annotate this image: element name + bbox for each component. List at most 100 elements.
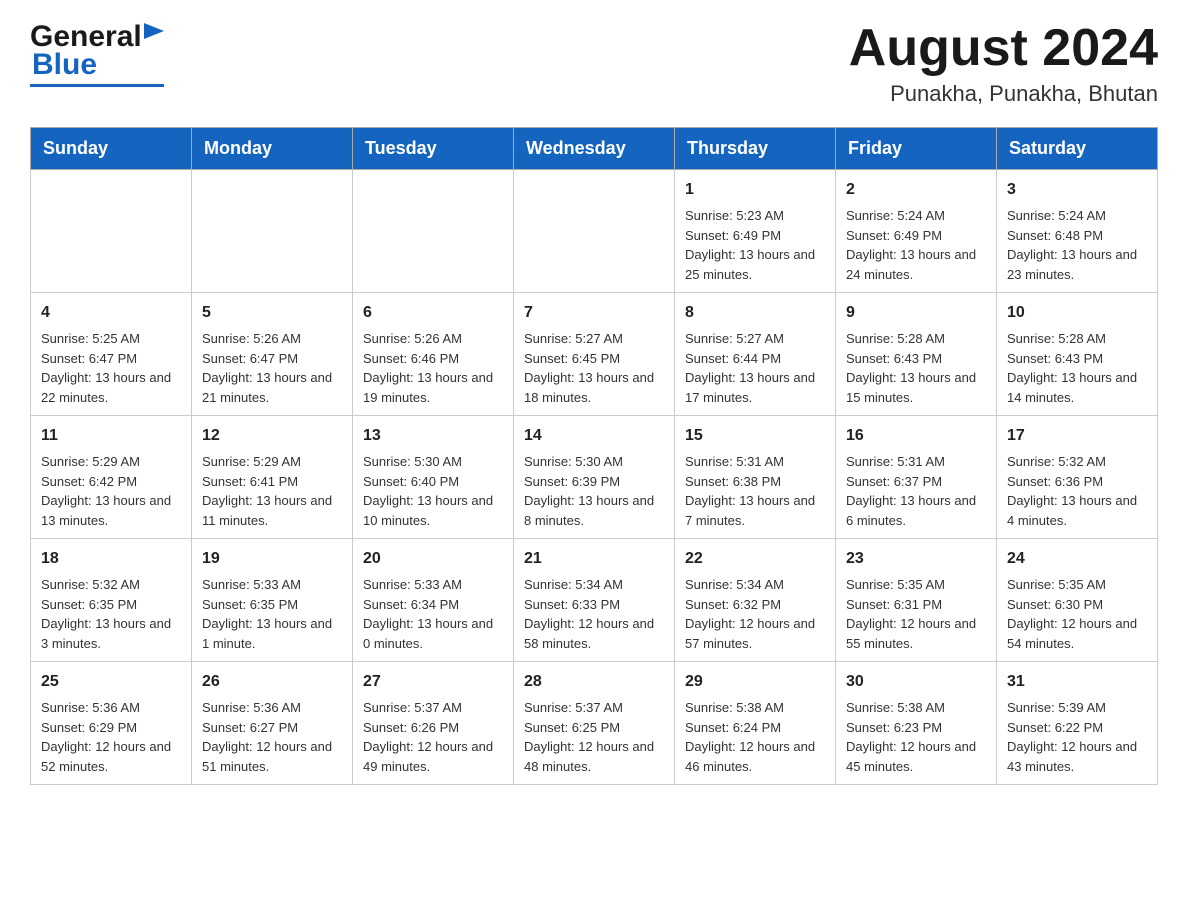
day-sun-info: Sunrise: 5:25 AMSunset: 6:47 PMDaylight:…	[41, 331, 171, 405]
week-row-2: 4 Sunrise: 5:25 AMSunset: 6:47 PMDaylight…	[31, 293, 1158, 416]
calendar-cell: 12Sunrise: 5:29 AMSunset: 6:41 PMDayligh…	[192, 416, 353, 539]
calendar-cell: 21Sunrise: 5:34 AMSunset: 6:33 PMDayligh…	[514, 539, 675, 662]
calendar-cell	[192, 170, 353, 293]
day-number: 23	[846, 547, 986, 571]
page-header: General Blue August 2024 Punakha, Punakh…	[30, 20, 1158, 107]
calendar-cell: 26 Sunrise: 5:36 AMSunset: 6:27 PMDayligh…	[192, 662, 353, 785]
day-sun-info: Sunrise: 5:26 AMSunset: 6:46 PMDaylight:…	[363, 331, 493, 405]
day-number: 3	[1007, 178, 1147, 202]
calendar-cell: 20 Sunrise: 5:33 AMSunset: 6:34 PMDayligh…	[353, 539, 514, 662]
calendar-cell: 3 Sunrise: 5:24 AMSunset: 6:48 PMDaylight…	[997, 170, 1158, 293]
day-sun-info: Sunrise: 5:30 AMSunset: 6:40 PMDaylight:…	[363, 454, 493, 528]
day-number: 31	[1007, 670, 1147, 694]
day-number: 28	[524, 670, 664, 694]
calendar-cell: 11 Sunrise: 5:29 AMSunset: 6:42 PMDayligh…	[31, 416, 192, 539]
day-sun-info: Sunrise: 5:38 AMSunset: 6:24 PMDaylight:…	[685, 700, 815, 774]
calendar-cell: 17 Sunrise: 5:32 AMSunset: 6:36 PMDayligh…	[997, 416, 1158, 539]
day-sun-info: Sunrise: 5:35 AMSunset: 6:30 PMDaylight:…	[1007, 577, 1137, 651]
calendar-cell: 5Sunrise: 5:26 AMSunset: 6:47 PMDaylight…	[192, 293, 353, 416]
header-friday: Friday	[836, 128, 997, 170]
calendar-cell: 2 Sunrise: 5:24 AMSunset: 6:49 PMDaylight…	[836, 170, 997, 293]
week-row-4: 18 Sunrise: 5:32 AMSunset: 6:35 PMDayligh…	[31, 539, 1158, 662]
day-number: 20	[363, 547, 503, 571]
day-sun-info: Sunrise: 5:39 AMSunset: 6:22 PMDaylight:…	[1007, 700, 1137, 774]
day-sun-info: Sunrise: 5:28 AMSunset: 6:43 PMDaylight:…	[1007, 331, 1137, 405]
day-number: 29	[685, 670, 825, 694]
calendar-cell: 22Sunrise: 5:34 AMSunset: 6:32 PMDayligh…	[675, 539, 836, 662]
day-sun-info: Sunrise: 5:32 AMSunset: 6:36 PMDaylight:…	[1007, 454, 1137, 528]
day-sun-info: Sunrise: 5:35 AMSunset: 6:31 PMDaylight:…	[846, 577, 976, 651]
day-number: 11	[41, 424, 181, 448]
day-sun-info: Sunrise: 5:37 AMSunset: 6:26 PMDaylight:…	[363, 700, 493, 774]
calendar-cell: 13Sunrise: 5:30 AMSunset: 6:40 PMDayligh…	[353, 416, 514, 539]
calendar-cell: 30 Sunrise: 5:38 AMSunset: 6:23 PMDayligh…	[836, 662, 997, 785]
day-number: 27	[363, 670, 503, 694]
calendar-cell: 7 Sunrise: 5:27 AMSunset: 6:45 PMDaylight…	[514, 293, 675, 416]
calendar-title-area: August 2024 Punakha, Punakha, Bhutan	[849, 20, 1158, 107]
calendar-cell: 9 Sunrise: 5:28 AMSunset: 6:43 PMDaylight…	[836, 293, 997, 416]
day-number: 7	[524, 301, 664, 325]
day-number: 22	[685, 547, 825, 571]
calendar-cell: 19 Sunrise: 5:33 AMSunset: 6:35 PMDayligh…	[192, 539, 353, 662]
day-number: 5	[202, 301, 342, 325]
day-sun-info: Sunrise: 5:30 AMSunset: 6:39 PMDaylight:…	[524, 454, 654, 528]
day-sun-info: Sunrise: 5:24 AMSunset: 6:48 PMDaylight:…	[1007, 208, 1137, 282]
calendar-cell: 24Sunrise: 5:35 AMSunset: 6:30 PMDayligh…	[997, 539, 1158, 662]
week-row-5: 25 Sunrise: 5:36 AMSunset: 6:29 PMDayligh…	[31, 662, 1158, 785]
header-saturday: Saturday	[997, 128, 1158, 170]
calendar-table: Sunday Monday Tuesday Wednesday Thursday…	[30, 127, 1158, 785]
day-sun-info: Sunrise: 5:23 AMSunset: 6:49 PMDaylight:…	[685, 208, 815, 282]
calendar-cell: 27 Sunrise: 5:37 AMSunset: 6:26 PMDayligh…	[353, 662, 514, 785]
day-number: 30	[846, 670, 986, 694]
logo-underline	[30, 84, 164, 87]
header-wednesday: Wednesday	[514, 128, 675, 170]
day-sun-info: Sunrise: 5:27 AMSunset: 6:44 PMDaylight:…	[685, 331, 815, 405]
calendar-cell: 1 Sunrise: 5:23 AMSunset: 6:49 PMDaylight…	[675, 170, 836, 293]
day-sun-info: Sunrise: 5:24 AMSunset: 6:49 PMDaylight:…	[846, 208, 976, 282]
day-number: 6	[363, 301, 503, 325]
calendar-cell: 31 Sunrise: 5:39 AMSunset: 6:22 PMDayligh…	[997, 662, 1158, 785]
day-number: 1	[685, 178, 825, 202]
logo-blue: Blue	[32, 48, 97, 81]
day-number: 16	[846, 424, 986, 448]
calendar-cell: 14 Sunrise: 5:30 AMSunset: 6:39 PMDayligh…	[514, 416, 675, 539]
day-sun-info: Sunrise: 5:38 AMSunset: 6:23 PMDaylight:…	[846, 700, 976, 774]
day-sun-info: Sunrise: 5:28 AMSunset: 6:43 PMDaylight:…	[846, 331, 976, 405]
day-sun-info: Sunrise: 5:36 AMSunset: 6:29 PMDaylight:…	[41, 700, 171, 774]
day-number: 17	[1007, 424, 1147, 448]
calendar-cell: 15Sunrise: 5:31 AMSunset: 6:38 PMDayligh…	[675, 416, 836, 539]
day-number: 18	[41, 547, 181, 571]
day-number: 19	[202, 547, 342, 571]
day-sun-info: Sunrise: 5:33 AMSunset: 6:34 PMDaylight:…	[363, 577, 493, 651]
calendar-cell: 25 Sunrise: 5:36 AMSunset: 6:29 PMDayligh…	[31, 662, 192, 785]
header-monday: Monday	[192, 128, 353, 170]
day-sun-info: Sunrise: 5:31 AMSunset: 6:37 PMDaylight:…	[846, 454, 976, 528]
day-number: 14	[524, 424, 664, 448]
calendar-cell: 4 Sunrise: 5:25 AMSunset: 6:47 PMDaylight…	[31, 293, 192, 416]
day-number: 25	[41, 670, 181, 694]
day-number: 2	[846, 178, 986, 202]
logo-triangle-icon	[144, 23, 164, 43]
calendar-cell: 8Sunrise: 5:27 AMSunset: 6:44 PMDaylight…	[675, 293, 836, 416]
day-number: 26	[202, 670, 342, 694]
header-tuesday: Tuesday	[353, 128, 514, 170]
header-sunday: Sunday	[31, 128, 192, 170]
calendar-cell: 18 Sunrise: 5:32 AMSunset: 6:35 PMDayligh…	[31, 539, 192, 662]
day-number: 9	[846, 301, 986, 325]
calendar-cell: 10 Sunrise: 5:28 AMSunset: 6:43 PMDayligh…	[997, 293, 1158, 416]
header-thursday: Thursday	[675, 128, 836, 170]
calendar-cell	[353, 170, 514, 293]
day-number: 15	[685, 424, 825, 448]
day-number: 4	[41, 301, 181, 325]
calendar-cell: 16 Sunrise: 5:31 AMSunset: 6:37 PMDayligh…	[836, 416, 997, 539]
day-sun-info: Sunrise: 5:36 AMSunset: 6:27 PMDaylight:…	[202, 700, 332, 774]
day-sun-info: Sunrise: 5:29 AMSunset: 6:42 PMDaylight:…	[41, 454, 171, 528]
day-sun-info: Sunrise: 5:32 AMSunset: 6:35 PMDaylight:…	[41, 577, 171, 651]
day-number: 10	[1007, 301, 1147, 325]
calendar-cell: 23 Sunrise: 5:35 AMSunset: 6:31 PMDayligh…	[836, 539, 997, 662]
day-sun-info: Sunrise: 5:27 AMSunset: 6:45 PMDaylight:…	[524, 331, 654, 405]
day-sun-info: Sunrise: 5:37 AMSunset: 6:25 PMDaylight:…	[524, 700, 654, 774]
day-sun-info: Sunrise: 5:33 AMSunset: 6:35 PMDaylight:…	[202, 577, 332, 651]
week-row-3: 11 Sunrise: 5:29 AMSunset: 6:42 PMDayligh…	[31, 416, 1158, 539]
logo: General Blue	[30, 20, 164, 87]
